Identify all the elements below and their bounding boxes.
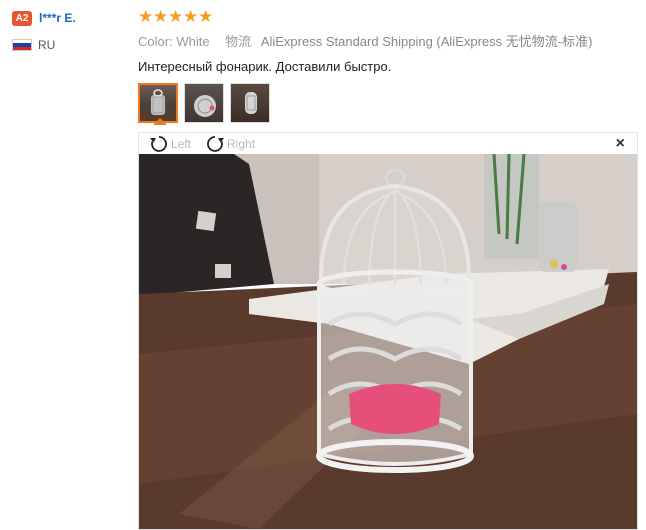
reviewer-country-row: RU — [12, 38, 122, 52]
rotate-right-icon — [207, 135, 225, 152]
shipping-label: 物流 — [225, 34, 252, 49]
order-info: Color: White 物流 AliExpress Standard Ship… — [138, 31, 638, 49]
star-icon: ★ — [183, 6, 199, 26]
rotate-right-label: Right — [227, 136, 256, 151]
star-icon: ★ — [153, 6, 169, 26]
color-value: White — [176, 34, 210, 49]
active-thumbnail-caret — [153, 118, 167, 125]
review-comment: Интересный фонарик. Доставили быстро. — [138, 59, 392, 74]
viewer-toolbar: Left Right × — [139, 133, 637, 154]
level-badge: A2 — [12, 10, 32, 26]
photo-thumbnail-2[interactable] — [184, 83, 224, 123]
reviewer-name[interactable]: l***r E. — [39, 11, 76, 25]
star-icon: ★ — [138, 6, 154, 26]
photo-thumbnail-1[interactable] — [138, 83, 178, 123]
close-icon[interactable]: × — [616, 135, 625, 153]
star-rating: ★ ★ ★ ★ ★ — [138, 6, 638, 26]
reviewer-info: A2 l***r E. RU — [12, 10, 122, 52]
photo-thumbnails — [138, 83, 638, 125]
shipping-value: AliExpress Standard Shipping (AliExpress… — [260, 34, 593, 49]
color-label: Color: — [138, 34, 173, 49]
reviewer-country: RU — [38, 38, 56, 52]
photo-viewer: Left Right × — [138, 132, 638, 530]
star-icon: ★ — [168, 6, 184, 26]
rotate-left-button[interactable]: Left — [149, 135, 191, 153]
reviewer-name-row: A2 l***r E. — [12, 10, 122, 26]
rotate-left-label: Left — [171, 136, 192, 151]
photo-thumbnail-3[interactable] — [230, 83, 270, 123]
rotate-right-button[interactable]: Right — [205, 135, 255, 153]
russia-flag-icon — [12, 39, 32, 51]
review-photo — [139, 154, 637, 529]
rotate-left-icon — [150, 135, 167, 152]
review-content: ★ ★ ★ ★ ★ Color: White 物流 AliExpress Sta… — [138, 6, 638, 125]
star-icon: ★ — [198, 6, 214, 26]
